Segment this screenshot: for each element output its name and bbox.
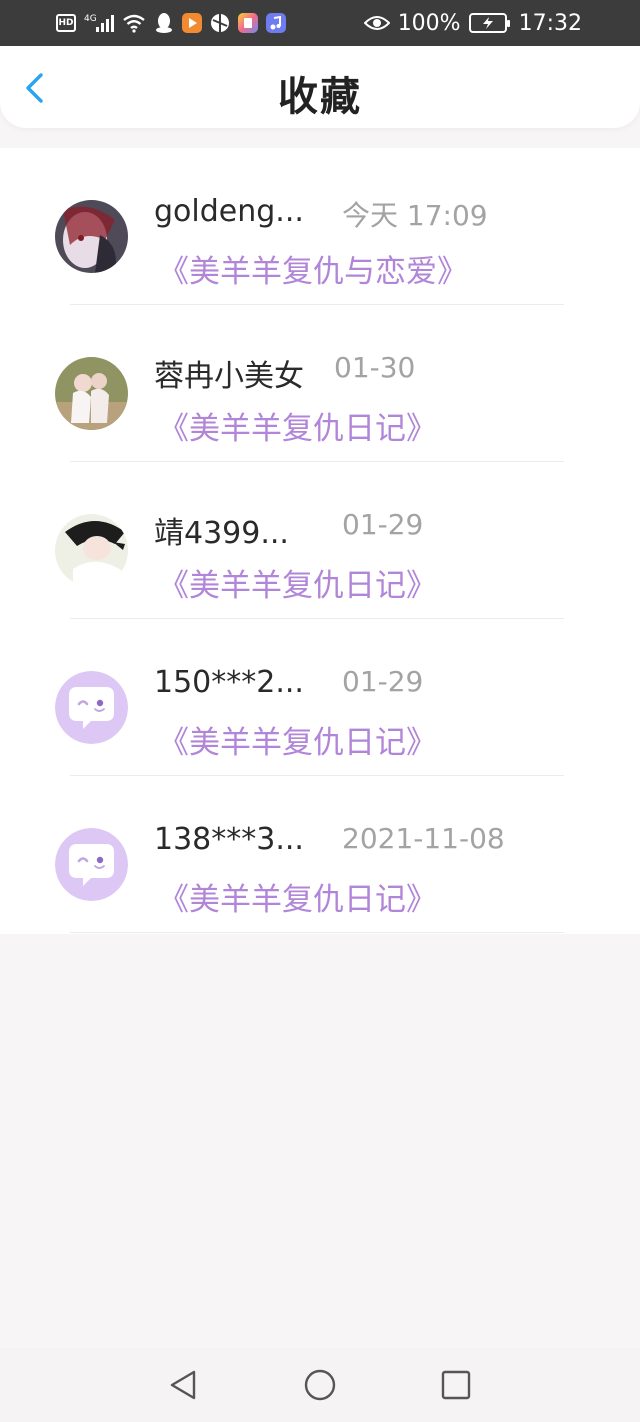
eye-icon [363, 14, 390, 32]
list-item[interactable]: 138***3... 2021-11-08 《美羊羊复仇日记》 [0, 776, 640, 933]
list-item[interactable]: 150***2... 01-29 《美羊羊复仇日记》 [0, 619, 640, 776]
battery-percent: 100% [397, 10, 461, 36]
network-label: 4G [84, 14, 97, 24]
nav-recents-button[interactable] [439, 1368, 473, 1402]
status-bar: HD 4G 100% 17:32 [0, 0, 640, 46]
signal-icon: 4G [84, 13, 114, 33]
square-recents-icon [441, 1370, 471, 1400]
list-item[interactable]: goldeng... 今天 17:09 《美羊羊复仇与恋爱》 [0, 148, 640, 305]
user-name: goldeng... [154, 194, 304, 229]
status-left: HD 4G [56, 12, 286, 34]
browser-app-icon [210, 13, 230, 33]
avatar[interactable] [55, 671, 128, 744]
colorful-app-icon [238, 13, 258, 33]
book-title-link[interactable]: 《美羊羊复仇与恋爱》 [158, 246, 468, 291]
circle-home-icon [304, 1369, 336, 1401]
nav-back-button[interactable] [166, 1368, 200, 1402]
favorite-time: 01-29 [342, 508, 424, 541]
avatar[interactable] [55, 514, 128, 587]
book-title-link[interactable]: 《美羊羊复仇日记》 [158, 717, 437, 762]
avatar[interactable] [55, 200, 128, 273]
avatar[interactable] [55, 828, 128, 901]
book-title-link[interactable]: 《美羊羊复仇日记》 [158, 874, 437, 919]
favorites-list: goldeng... 今天 17:09 《美羊羊复仇与恋爱》 蓉冉小美女 01-… [0, 148, 640, 934]
video-app-icon [182, 13, 202, 33]
avatar[interactable] [55, 357, 128, 430]
user-name: 蓉冉小美女 [154, 359, 304, 394]
user-name: 138***3... [154, 822, 304, 857]
page-title: 收藏 [278, 74, 362, 120]
divider [70, 932, 564, 933]
favorite-time: 01-29 [342, 665, 424, 698]
triangle-back-icon [170, 1370, 196, 1400]
user-name: 150***2... [154, 665, 304, 700]
hd-icon: HD [56, 14, 76, 32]
user-name: 靖4399... [154, 516, 289, 551]
wifi-icon [122, 13, 146, 33]
favorite-time: 01-30 [334, 351, 416, 384]
nav-home-button[interactable] [303, 1368, 337, 1402]
system-nav-bar [0, 1348, 640, 1422]
default-avatar-icon [55, 828, 128, 901]
header: 收藏 [0, 46, 640, 128]
favorite-time: 2021-11-08 [342, 822, 505, 855]
battery-icon [468, 13, 510, 33]
default-avatar-icon [55, 671, 128, 744]
qq-icon [154, 12, 174, 34]
favorite-time: 今天 17:09 [342, 199, 488, 232]
book-title-link[interactable]: 《美羊羊复仇日记》 [158, 560, 437, 605]
list-item[interactable]: 靖4399... 01-29 《美羊羊复仇日记》 [0, 462, 640, 619]
music-app-icon [266, 13, 286, 33]
list-item[interactable]: 蓉冉小美女 01-30 《美羊羊复仇日记》 [0, 305, 640, 462]
status-right: 100% 17:32 [363, 10, 582, 36]
clock: 17:32 [518, 10, 582, 36]
book-title-link[interactable]: 《美羊羊复仇日记》 [158, 403, 437, 448]
